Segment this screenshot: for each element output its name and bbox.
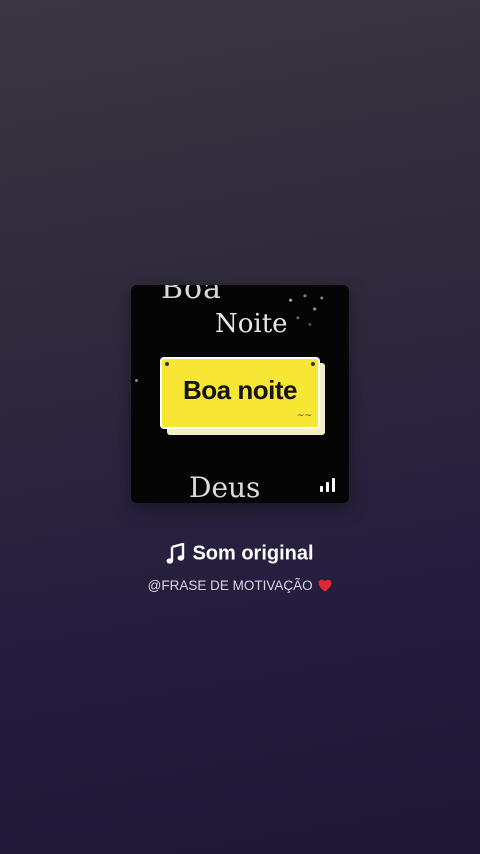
- sign-text: Boa noite: [183, 375, 297, 405]
- cover-text-top: Boa: [161, 285, 222, 306]
- audio-bars-icon: [320, 478, 336, 492]
- cover-text-bottom: Deus: [189, 471, 261, 503]
- sound-title-label: Som original: [192, 542, 314, 565]
- sound-author[interactable]: @FRASE DE MOTIVAÇÃO: [0, 577, 480, 595]
- yellow-sign: Boa noite ~~: [160, 357, 320, 429]
- sound-cover-art[interactable]: Boa Noite Boa noite ~~ Deus: [131, 285, 349, 503]
- sign-rivet: [165, 362, 169, 366]
- sparkle-decoration: [281, 287, 329, 331]
- sound-page: Boa Noite Boa noite ~~ Deus Som original…: [0, 0, 480, 854]
- sign-rivet: [311, 362, 315, 366]
- music-note-icon: [166, 542, 185, 564]
- cover-text-noite: Noite: [215, 309, 288, 339]
- sign-squiggle: ~~: [296, 411, 312, 421]
- red-heart-icon: [318, 579, 332, 592]
- sound-author-name: @FRASE DE MOTIVAÇÃO: [147, 578, 313, 593]
- dot-decoration: [135, 379, 138, 382]
- sound-title[interactable]: Som original: [0, 540, 480, 567]
